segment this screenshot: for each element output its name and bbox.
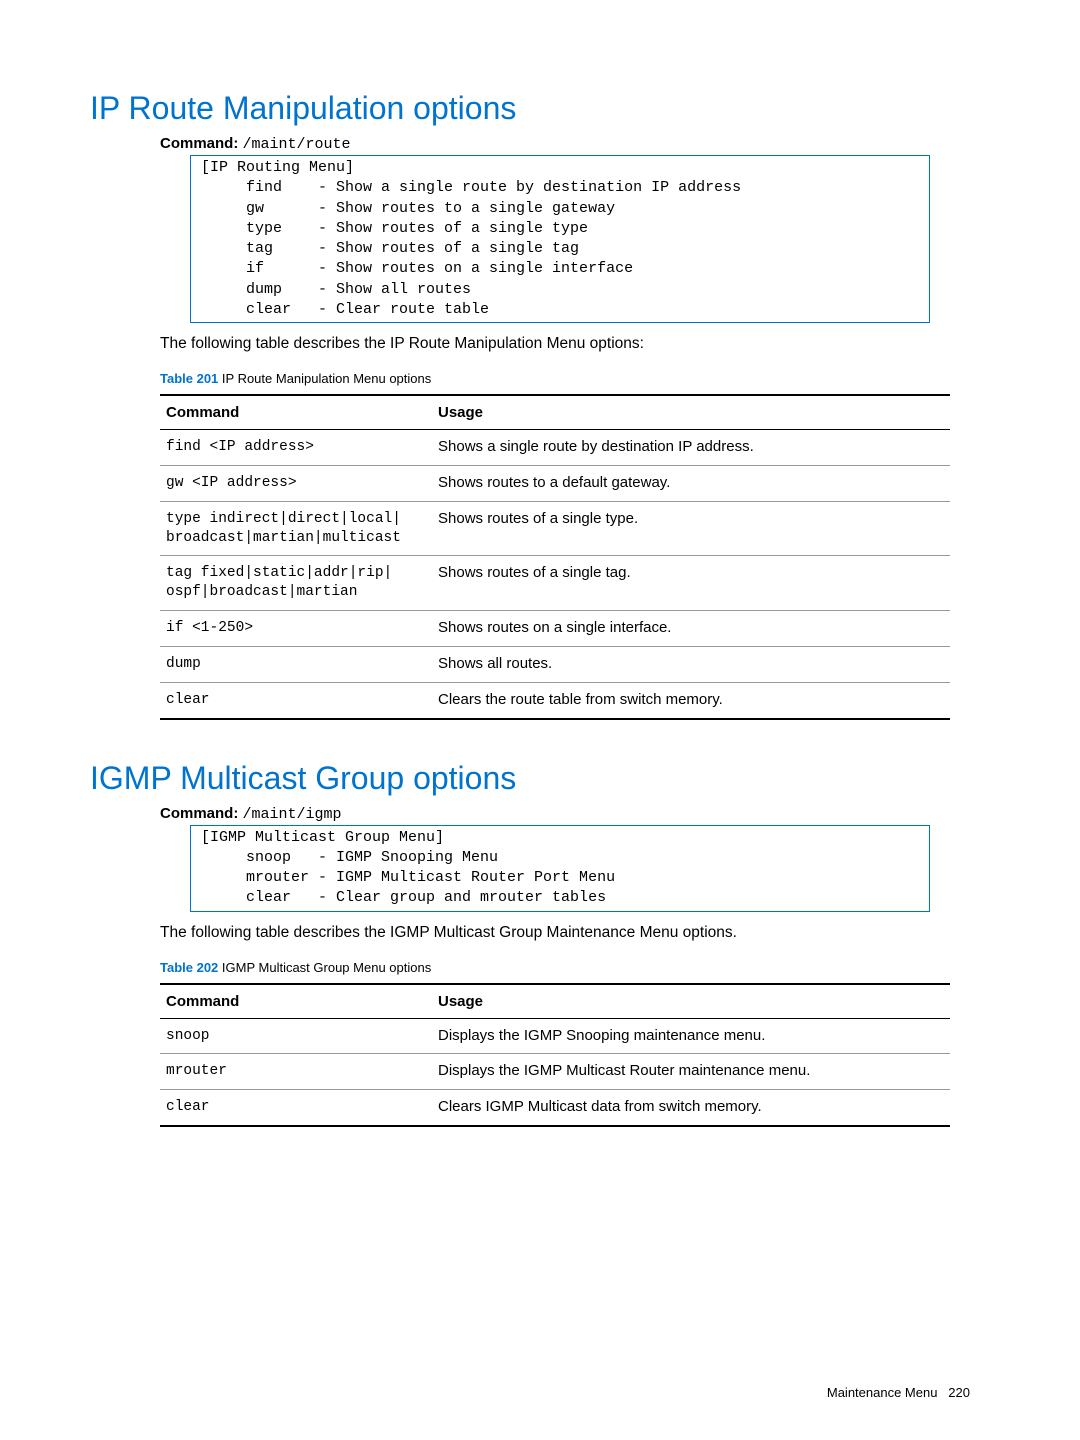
table-ip-route-options: Command Usage find <IP address> Shows a … (160, 394, 950, 720)
footer: Maintenance Menu 220 (827, 1385, 970, 1400)
cell-usage: Shows routes to a default gateway. (432, 465, 950, 501)
cell-usage: Displays the IGMP Multicast Router maint… (432, 1054, 950, 1090)
table-row: clear Clears the route table from switch… (160, 682, 950, 718)
table-row: snoop Displays the IGMP Snooping mainten… (160, 1018, 950, 1054)
table-number-201: Table 201 (160, 371, 218, 386)
cell-usage: Shows a single route by destination IP a… (432, 430, 950, 466)
cell-command: if <1-250> (160, 611, 432, 647)
col-header-usage: Usage (432, 395, 950, 430)
cell-command: snoop (160, 1018, 432, 1054)
table-row: mrouter Displays the IGMP Multicast Rout… (160, 1054, 950, 1090)
cell-command: find <IP address> (160, 430, 432, 466)
table-row: dump Shows all routes. (160, 646, 950, 682)
section-title-igmp: IGMP Multicast Group options (90, 760, 990, 797)
cell-usage: Shows routes of a single type. (432, 501, 950, 556)
cell-command: clear (160, 682, 432, 718)
table-caption-text-201: IP Route Manipulation Menu options (218, 371, 431, 386)
command-label-1: Command: (160, 135, 238, 152)
table-caption-text-202: IGMP Multicast Group Menu options (218, 960, 431, 975)
cell-command: clear (160, 1090, 432, 1126)
table-caption-202: Table 202 IGMP Multicast Group Menu opti… (160, 960, 990, 975)
page-number: 220 (948, 1385, 970, 1400)
command-line-1: Command: /maint/route (160, 135, 990, 153)
cell-usage: Shows routes on a single interface. (432, 611, 950, 647)
menu-box-ip-route: [IP Routing Menu] find - Show a single r… (190, 155, 930, 323)
description-2: The following table describes the IGMP M… (160, 924, 990, 942)
cell-usage: Clears IGMP Multicast data from switch m… (432, 1090, 950, 1126)
menu-box-igmp: [IGMP Multicast Group Menu] snoop - IGMP… (190, 825, 930, 912)
table-row: gw <IP address> Shows routes to a defaul… (160, 465, 950, 501)
table-row: if <1-250> Shows routes on a single inte… (160, 611, 950, 647)
cell-usage: Displays the IGMP Snooping maintenance m… (432, 1018, 950, 1054)
col-header-usage: Usage (432, 984, 950, 1019)
table-header-row: Command Usage (160, 984, 950, 1019)
description-1: The following table describes the IP Rou… (160, 335, 990, 353)
cell-command: tag fixed|static|addr|rip| ospf|broadcas… (160, 556, 432, 611)
col-header-command: Command (160, 395, 432, 430)
cell-command: dump (160, 646, 432, 682)
table-row: type indirect|direct|local| broadcast|ma… (160, 501, 950, 556)
cell-command: gw <IP address> (160, 465, 432, 501)
table-number-202: Table 202 (160, 960, 218, 975)
cell-command: mrouter (160, 1054, 432, 1090)
table-row: clear Clears IGMP Multicast data from sw… (160, 1090, 950, 1126)
cell-usage: Clears the route table from switch memor… (432, 682, 950, 718)
command-label-2: Command: (160, 805, 238, 822)
table-caption-201: Table 201 IP Route Manipulation Menu opt… (160, 371, 990, 386)
footer-text: Maintenance Menu (827, 1385, 938, 1400)
table-row: tag fixed|static|addr|rip| ospf|broadcas… (160, 556, 950, 611)
command-path-2: /maint/igmp (243, 806, 342, 823)
command-path-1: /maint/route (243, 136, 351, 153)
cell-usage: Shows all routes. (432, 646, 950, 682)
cell-usage: Shows routes of a single tag. (432, 556, 950, 611)
table-row: find <IP address> Shows a single route b… (160, 430, 950, 466)
cell-command: type indirect|direct|local| broadcast|ma… (160, 501, 432, 556)
page-container: IP Route Manipulation options Command: /… (0, 0, 1080, 1440)
section-title-ip-route: IP Route Manipulation options (90, 90, 990, 127)
command-line-2: Command: /maint/igmp (160, 805, 990, 823)
col-header-command: Command (160, 984, 432, 1019)
table-header-row: Command Usage (160, 395, 950, 430)
table-igmp-options: Command Usage snoop Displays the IGMP Sn… (160, 983, 950, 1128)
